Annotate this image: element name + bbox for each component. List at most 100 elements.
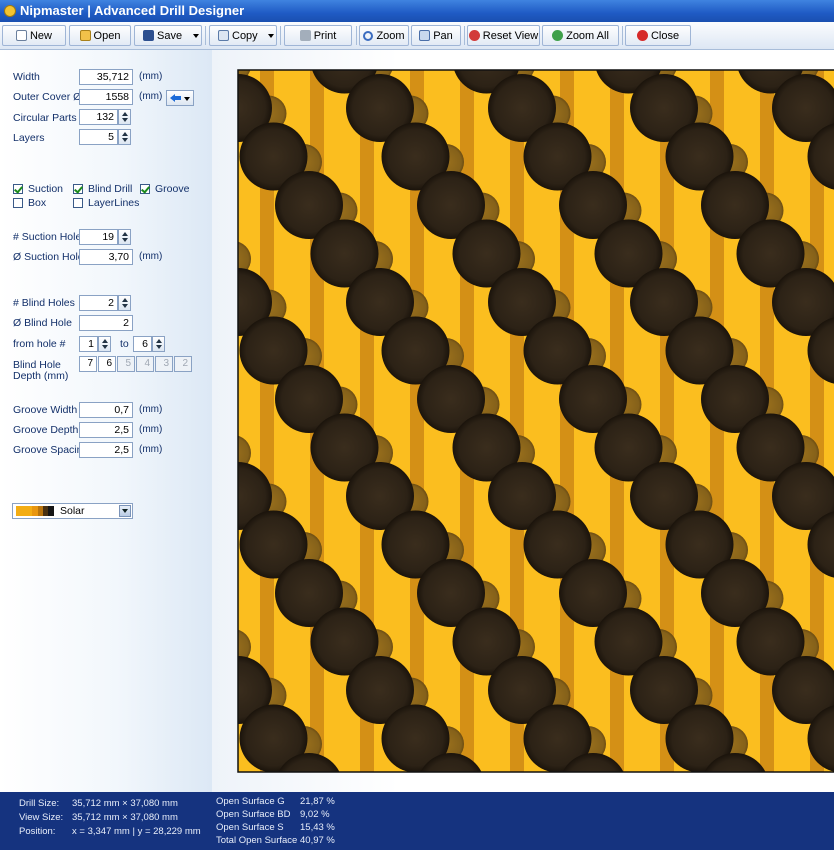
position-label: Position: — [19, 826, 56, 837]
open-surface-bd-value: 9,02 % — [300, 809, 330, 820]
blind-hole — [212, 193, 216, 229]
blind-hole-depth-field[interactable]: 5 — [117, 356, 135, 372]
suction-hole-diameter-field[interactable]: 3,70 — [79, 249, 133, 265]
groove-width-unit: (mm) — [139, 404, 163, 415]
suction-checkbox[interactable] — [13, 184, 23, 194]
layers-stepper[interactable] — [118, 129, 131, 145]
save-label: Save — [157, 29, 183, 42]
suction-holes-stepper[interactable] — [118, 229, 131, 245]
blind-hole-depth-label-line2: Depth (mm) — [13, 370, 69, 382]
blind-hole-depth-field[interactable]: 4 — [136, 356, 154, 372]
arrow-left-icon-shaft — [175, 96, 181, 100]
from-hole-field[interactable]: 1 — [79, 336, 98, 352]
layers-field[interactable]: 5 — [79, 129, 118, 145]
outer-cover-field[interactable]: 1558 — [79, 89, 133, 105]
toolbar-divider — [464, 26, 465, 45]
copy-icon — [218, 30, 229, 41]
chevron-down-icon[interactable] — [268, 34, 274, 38]
close-button[interactable]: Close — [625, 25, 691, 46]
view-size-label: View Size: — [19, 812, 64, 823]
new-label: New — [29, 29, 52, 42]
status-bar: Drill Size: 35,712 mm × 37,080 mm View S… — [0, 792, 834, 850]
copy-button[interactable]: Copy — [209, 25, 277, 46]
groove-depth-unit: (mm) — [139, 424, 163, 435]
groove-width-field[interactable]: 0,7 — [79, 402, 133, 418]
blind-holes-field[interactable]: 2 — [79, 295, 118, 311]
pan-label: Pan — [433, 29, 453, 42]
reset-view-button[interactable]: Reset View — [467, 25, 540, 46]
open-surface-bd-label: Open Surface BD — [216, 809, 291, 820]
new-button[interactable]: New — [2, 25, 66, 46]
groove-label: Groove — [155, 183, 190, 195]
blind-hole-depth-field[interactable]: 2 — [174, 356, 192, 372]
layer-lines-label: LayerLines — [88, 197, 140, 209]
blind-hole-depth-field[interactable]: 6 — [98, 356, 116, 372]
suction-holes-field[interactable]: 19 — [79, 229, 118, 245]
suction-hole — [212, 608, 237, 676]
chevron-down-icon[interactable] — [119, 505, 131, 517]
total-open-surface-label: Total Open Surface — [216, 835, 298, 846]
suction-label: Suction — [28, 183, 64, 195]
width-field[interactable]: 35,712 — [79, 69, 133, 85]
total-open-surface-value: 40,97 % — [300, 835, 335, 846]
color-scheme-select[interactable]: Solar — [12, 503, 133, 519]
circular-parts-field[interactable]: 132 — [79, 109, 118, 125]
circular-parts-stepper[interactable] — [118, 109, 131, 125]
blind-holes-stepper[interactable] — [118, 295, 131, 311]
box-label: Box — [28, 197, 47, 209]
width-unit: (mm) — [139, 71, 163, 82]
groove-spacing-field[interactable]: 2,5 — [79, 442, 133, 458]
blind-holes-label: # Blind Holes — [13, 297, 75, 309]
suction-hole-diameter-label: Ø Suction Hole — [13, 251, 84, 263]
suction-holes-label: # Suction Holes — [13, 231, 87, 243]
color-scheme-label: Solar — [60, 505, 85, 517]
zoom-button[interactable]: Zoom — [359, 25, 409, 46]
to-hole-field[interactable]: 6 — [133, 336, 152, 352]
reset-icon — [468, 30, 480, 41]
toolbar-divider — [280, 26, 281, 45]
zoom-label: Zoom — [376, 29, 405, 42]
view-size-value: 35,712 mm × 37,080 mm — [72, 812, 178, 823]
blind-drill-checkbox[interactable] — [73, 184, 83, 194]
magnifier-icon — [363, 30, 374, 41]
blind-hole-depth-field[interactable]: 3 — [155, 356, 173, 372]
print-button[interactable]: Print — [284, 25, 352, 46]
layer-lines-checkbox[interactable] — [73, 198, 83, 208]
zoom-all-button[interactable]: Zoom All — [542, 25, 619, 46]
to-hole-stepper[interactable] — [152, 336, 165, 352]
chevron-down-icon[interactable] — [193, 34, 199, 38]
outer-cover-label: Outer Cover Ø — [13, 91, 82, 103]
blind-hole-depth-field[interactable]: 7 — [79, 356, 97, 372]
direction-dropdown[interactable] — [166, 90, 194, 106]
groove-depth-field[interactable]: 2,5 — [79, 422, 133, 438]
reset-view-label: Reset View — [482, 29, 539, 42]
from-hole-stepper[interactable] — [98, 336, 111, 352]
chevron-down-icon — [184, 97, 190, 101]
pan-button[interactable]: Pan — [411, 25, 461, 46]
title-bar: Nipmaster | Advanced Drill Designer — [0, 0, 834, 22]
app-icon — [4, 5, 16, 17]
toolbar-divider — [622, 26, 623, 45]
open-surface-s-value: 15,43 % — [300, 822, 335, 833]
printer-icon — [299, 30, 311, 41]
groove-checkbox[interactable] — [140, 184, 150, 194]
open-label: Open — [93, 29, 121, 42]
from-hole-label: from hole # — [13, 338, 66, 350]
drill-size-label: Drill Size: — [19, 798, 60, 809]
groove-spacing-unit: (mm) — [139, 444, 163, 455]
outer-cover-unit: (mm) — [139, 91, 163, 102]
drill-pattern-canvas[interactable] — [212, 50, 834, 792]
zoom-all-icon — [552, 30, 564, 41]
save-button[interactable]: Save — [134, 25, 202, 46]
color-swatch — [48, 506, 54, 516]
zoom-all-label: Zoom All — [566, 29, 609, 42]
blind-hole — [212, 581, 216, 617]
layers-label: Layers — [13, 132, 45, 144]
groove-spacing-label: Groove Spacing — [13, 444, 89, 456]
position-value: x = 3,347 mm | y = 28,229 mm — [72, 826, 201, 837]
floppy-disk-icon — [143, 30, 154, 41]
open-button[interactable]: Open — [69, 25, 131, 46]
box-checkbox[interactable] — [13, 198, 23, 208]
hand-icon — [419, 30, 431, 41]
blind-hole-diameter-field[interactable]: 2 — [79, 315, 133, 331]
